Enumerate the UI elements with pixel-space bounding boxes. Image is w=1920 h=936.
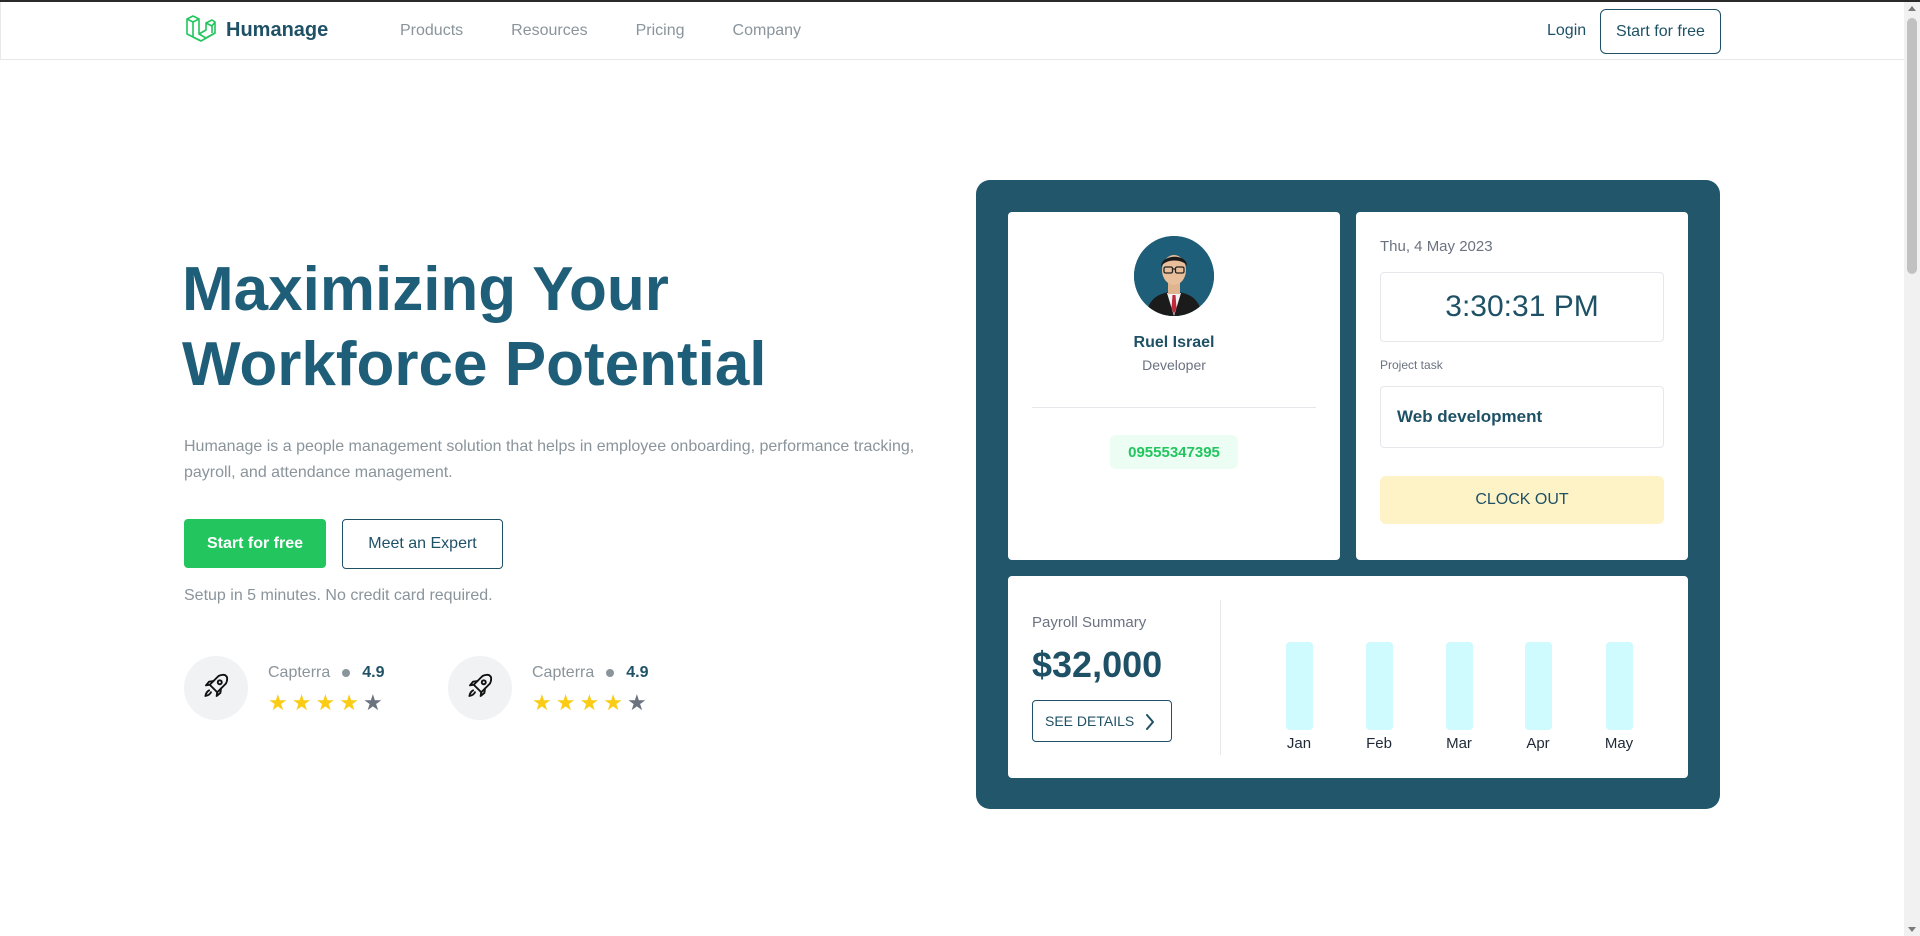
star-filled-icon: ★ [315,690,336,715]
clock-date: Thu, 4 May 2023 [1380,238,1493,255]
header-start-free-button[interactable]: Start for free [1600,9,1721,54]
star-filled-icon: ★ [603,690,623,715]
payroll-summary-label: Payroll Summary [1032,614,1147,631]
month-column: Mar [1439,642,1479,752]
time-clock-card: Thu, 4 May 2023 3:30:31 PM Project task … [1356,212,1688,560]
rocket-icon [201,671,231,706]
hero-description: Humanage is a people management solution… [184,438,915,481]
chevron-right-icon [1145,714,1155,733]
divider [1032,407,1316,408]
see-details-label: SEE DETAILS [1045,713,1135,729]
rating-badge: Capterra 4.9 ★ ★ ★ ★ ★ [448,656,649,720]
star-filled-icon: ★ [555,690,576,715]
site-header: Humanage Products Resources Pricing Comp… [0,2,1904,60]
employee-profile-card: Ruel Israel Developer 09555347395 [1008,212,1340,560]
clock-time-display: 3:30:31 PM [1380,272,1664,342]
rating-source: Capterra [532,664,595,681]
hero-title-line-2: Workforce Potential [182,330,767,399]
nav-pricing[interactable]: Pricing [636,22,685,40]
rating-score: 4.9 [362,664,385,681]
month-label: Feb [1366,735,1392,752]
payroll-amount: $32,000 [1032,644,1163,685]
nav-resources[interactable]: Resources [511,22,587,40]
payroll-summary-card: Payroll Summary $32,000 SEE DETAILS Jan … [1008,576,1688,778]
month-column: Jan [1279,642,1319,752]
dashboard-preview-panel: Ruel Israel Developer 09555347395 Thu, 4… [976,180,1720,809]
rating-badge: Capterra 4.9 ★ ★ ★ ★ ★ [184,656,385,720]
brand-logo[interactable]: Humanage [184,14,328,46]
employee-name: Ruel Israel [1133,334,1215,351]
month-bar [1445,642,1473,730]
month-label: Jan [1286,735,1312,752]
month-bar [1285,642,1313,730]
month-column: Feb [1359,642,1399,752]
star-filled-icon: ★ [291,690,312,715]
star-filled-icon: ★ [532,690,552,715]
star-filled-icon: ★ [339,690,359,715]
star-filled-icon: ★ [579,690,600,715]
rating-icon-circle [184,656,248,720]
login-link[interactable]: Login [1547,22,1586,40]
main-nav: Products Resources Pricing Company [400,22,801,40]
nav-company[interactable]: Company [733,22,801,40]
star-rating: ★ ★ ★ ★ ★ [268,692,385,714]
separator-dot [606,669,615,677]
month-bar [1524,642,1552,730]
scroll-down-arrow-icon[interactable] [1908,927,1916,932]
nav-products[interactable]: Products [400,22,463,40]
month-column: Apr [1518,642,1558,752]
project-task-field[interactable]: Web development [1380,386,1664,448]
month-column: May [1599,642,1639,752]
month-bar [1365,642,1393,730]
meet-expert-button[interactable]: Meet an Expert [342,519,503,569]
star-empty-icon: ★ [362,690,383,715]
employee-role: Developer [1142,357,1206,373]
scrollbar-thumb[interactable] [1907,18,1917,274]
divider [1220,600,1221,755]
payroll-bar-chart: Jan Feb Mar Apr May [1260,576,1680,778]
month-bar [1605,642,1633,730]
page-scrollbar[interactable] [1904,2,1920,936]
hero-title: Maximizing Your Workforce Potential [182,252,942,402]
employee-phone-badge: 09555347395 [1110,435,1238,469]
star-empty-icon: ★ [626,690,647,715]
avatar [1134,236,1214,316]
rating-icon-circle [448,656,512,720]
separator-dot [342,669,351,677]
brand-name: Humanage [226,18,329,41]
scroll-up-arrow-icon[interactable] [1908,6,1916,11]
month-label: May [1604,735,1634,752]
rating-score: 4.9 [626,664,649,681]
hero-start-free-button[interactable]: Start for free [184,519,326,568]
setup-note: Setup in 5 minutes. No credit card requi… [184,587,493,604]
see-details-button[interactable]: SEE DETAILS [1032,700,1172,742]
rating-source: Capterra [268,664,331,681]
rocket-icon [465,671,495,706]
star-filled-icon: ★ [268,690,288,715]
month-label: Apr [1526,735,1550,752]
star-rating: ★ ★ ★ ★ ★ [532,692,649,714]
month-label: Mar [1446,735,1472,752]
project-task-label: Project task [1380,358,1443,372]
hero-title-line-1: Maximizing Your [182,255,669,324]
clock-out-button[interactable]: CLOCK OUT [1380,476,1664,524]
logo-icon [184,14,216,46]
